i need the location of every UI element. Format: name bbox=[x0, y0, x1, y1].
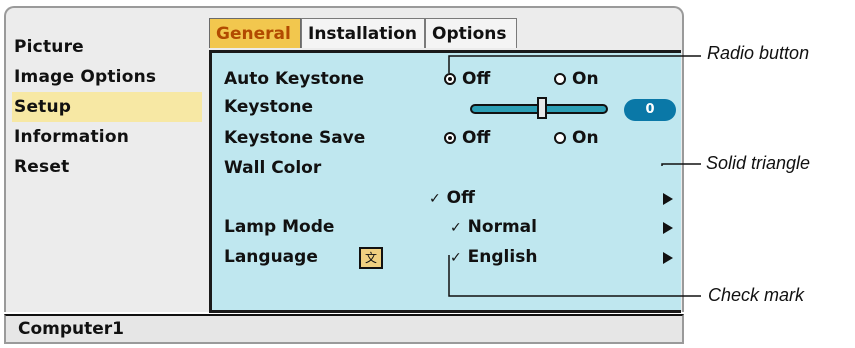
status-bar: Computer1 bbox=[4, 314, 684, 344]
keystone-save-on-radio[interactable]: On bbox=[554, 128, 599, 148]
keystone-slider-thumb[interactable] bbox=[537, 97, 547, 119]
main-menu: Picture Image Options Setup Information … bbox=[12, 32, 202, 182]
wall-color-value[interactable]: ✓ Off bbox=[429, 188, 475, 208]
radio-unselected-icon bbox=[554, 132, 566, 144]
lamp-mode-label: Lamp Mode bbox=[224, 217, 335, 237]
tab-installation[interactable]: Installation bbox=[301, 18, 425, 48]
keystone-save-off-radio[interactable]: Off bbox=[444, 128, 490, 148]
settings-panel: Auto Keystone Off On Keystone 0 Keystone… bbox=[209, 50, 681, 313]
keystone-label: Keystone bbox=[224, 97, 314, 117]
menu-item-information[interactable]: Information bbox=[12, 122, 202, 152]
callout-solid-triangle: Solid triangle bbox=[706, 153, 811, 173]
input-source-label: Computer1 bbox=[18, 319, 125, 339]
menu-item-setup[interactable]: Setup bbox=[12, 92, 202, 122]
lamp-mode-arrow-icon[interactable] bbox=[663, 222, 673, 234]
language-arrow-icon[interactable] bbox=[663, 252, 673, 264]
wall-color-label: Wall Color bbox=[224, 158, 322, 178]
tab-general[interactable]: General bbox=[209, 18, 301, 48]
language-icon: 文 bbox=[359, 247, 383, 269]
callout-check-mark: Check mark bbox=[708, 285, 805, 305]
auto-keystone-on-radio[interactable]: On bbox=[554, 69, 599, 89]
language-label: Language bbox=[224, 247, 318, 267]
radio-selected-icon bbox=[444, 73, 456, 85]
check-mark-icon: ✓ bbox=[450, 250, 462, 266]
keystone-save-label: Keystone Save bbox=[224, 128, 366, 148]
auto-keystone-label: Auto Keystone bbox=[224, 69, 365, 89]
osd-window: Picture Image Options Setup Information … bbox=[4, 6, 684, 313]
keystone-value-badge: 0 bbox=[624, 99, 676, 121]
menu-item-picture[interactable]: Picture bbox=[12, 32, 202, 62]
auto-keystone-off-radio[interactable]: Off bbox=[444, 69, 490, 89]
language-value[interactable]: ✓ English bbox=[450, 247, 537, 267]
lamp-mode-value[interactable]: ✓ Normal bbox=[450, 217, 537, 237]
tab-options[interactable]: Options bbox=[425, 18, 517, 48]
callout-radio-button: Radio button bbox=[707, 43, 810, 63]
check-mark-icon: ✓ bbox=[429, 191, 441, 207]
wall-color-arrow-icon[interactable] bbox=[663, 193, 673, 205]
radio-selected-icon bbox=[444, 132, 456, 144]
menu-item-image-options[interactable]: Image Options bbox=[12, 62, 202, 92]
check-mark-icon: ✓ bbox=[450, 220, 462, 236]
radio-unselected-icon bbox=[554, 73, 566, 85]
menu-item-reset[interactable]: Reset bbox=[12, 152, 202, 182]
